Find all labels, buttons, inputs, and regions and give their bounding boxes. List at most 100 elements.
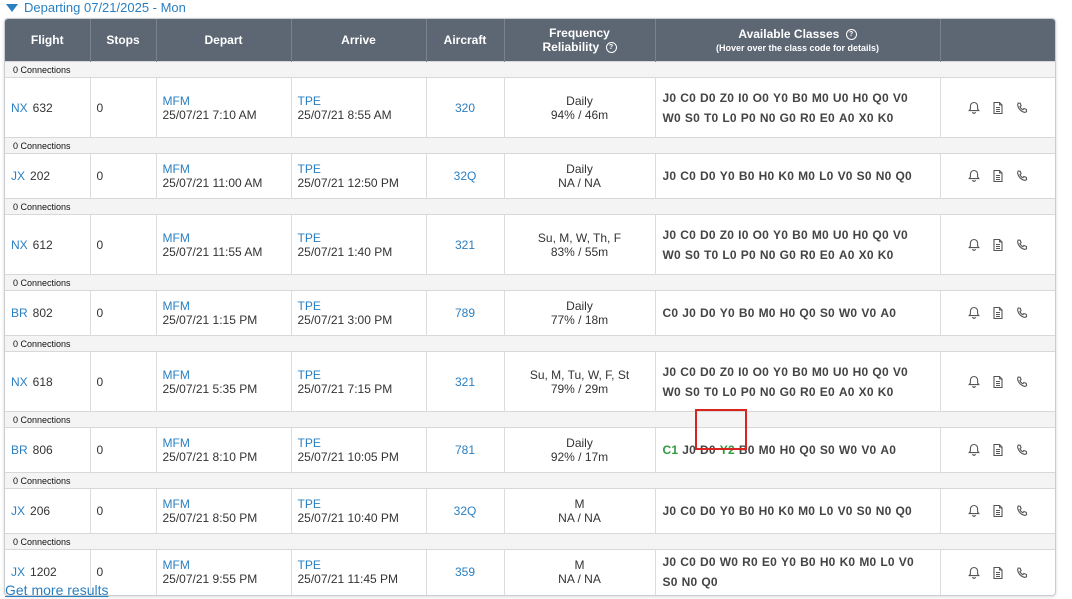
class-code[interactable]: L0 (722, 245, 736, 265)
class-code[interactable]: E0 (820, 108, 835, 128)
class-code[interactable]: C0 (680, 166, 696, 186)
phone-icon[interactable] (1015, 306, 1029, 320)
class-code[interactable]: Y0 (773, 362, 788, 382)
class-code[interactable]: A0 (880, 440, 896, 460)
class-code[interactable]: K0 (878, 382, 894, 402)
class-code[interactable]: V0 (838, 501, 853, 521)
class-code[interactable]: N0 (760, 245, 776, 265)
airline-link[interactable]: NX (11, 375, 28, 389)
class-code[interactable]: Y0 (720, 166, 735, 186)
document-icon[interactable] (991, 306, 1005, 320)
airline-link[interactable]: NX (11, 101, 28, 115)
class-code[interactable]: R0 (800, 245, 816, 265)
class-code[interactable]: C0 (680, 501, 696, 521)
class-code[interactable]: V0 (899, 552, 914, 572)
class-code[interactable]: K0 (878, 245, 894, 265)
class-code[interactable]: G0 (780, 382, 796, 402)
class-code[interactable]: D0 (700, 362, 716, 382)
aircraft-link[interactable]: 781 (455, 443, 475, 457)
class-code[interactable]: C0 (680, 362, 696, 382)
arrive-airport-link[interactable]: TPE (298, 368, 420, 382)
departing-toggle[interactable]: Departing 07/21/2025 - Mon (6, 0, 186, 15)
document-icon[interactable] (991, 566, 1005, 580)
class-code[interactable]: Q0 (895, 501, 911, 521)
class-code[interactable]: D0 (700, 440, 716, 460)
aircraft-link[interactable]: 320 (455, 101, 475, 115)
class-code[interactable]: B0 (800, 552, 816, 572)
class-code[interactable]: W0 (663, 245, 681, 265)
class-code[interactable]: V0 (893, 362, 908, 382)
class-code[interactable]: D0 (700, 552, 716, 572)
class-code[interactable]: T0 (704, 245, 718, 265)
class-code[interactable]: M0 (812, 225, 829, 245)
depart-airport-link[interactable]: MFM (163, 436, 285, 450)
class-code[interactable]: M0 (759, 440, 776, 460)
class-code[interactable]: Z0 (720, 362, 734, 382)
bell-icon[interactable] (967, 169, 981, 183)
aircraft-link[interactable]: 789 (455, 306, 475, 320)
class-code[interactable]: C0 (680, 552, 696, 572)
class-code[interactable]: Y0 (781, 552, 796, 572)
depart-airport-link[interactable]: MFM (163, 231, 285, 245)
class-code[interactable]: H0 (820, 552, 836, 572)
arrive-airport-link[interactable]: TPE (298, 299, 420, 313)
bell-icon[interactable] (967, 238, 981, 252)
airline-link[interactable]: JX (11, 565, 25, 579)
class-code[interactable]: B0 (792, 225, 808, 245)
class-code[interactable]: M0 (798, 166, 815, 186)
class-code[interactable]: C0 (663, 303, 679, 323)
class-code[interactable]: V0 (861, 303, 876, 323)
class-code[interactable]: D0 (700, 501, 716, 521)
class-code[interactable]: X0 (859, 108, 874, 128)
class-code[interactable]: N0 (760, 382, 776, 402)
bell-icon[interactable] (967, 375, 981, 389)
class-code[interactable]: M0 (859, 552, 876, 572)
class-code[interactable]: M0 (759, 303, 776, 323)
class-code[interactable]: Y2 (720, 440, 735, 460)
class-code[interactable]: M0 (812, 362, 829, 382)
class-code[interactable]: H0 (780, 303, 796, 323)
class-code[interactable]: T0 (704, 382, 718, 402)
class-code[interactable]: H0 (853, 88, 869, 108)
phone-icon[interactable] (1015, 238, 1029, 252)
class-code[interactable]: J0 (663, 225, 677, 245)
class-code[interactable]: D0 (700, 166, 716, 186)
class-code[interactable]: J0 (663, 501, 677, 521)
depart-airport-link[interactable]: MFM (163, 368, 285, 382)
document-icon[interactable] (991, 238, 1005, 252)
class-code[interactable]: I0 (738, 362, 748, 382)
class-code[interactable]: Q0 (701, 572, 717, 592)
class-code[interactable]: B0 (739, 501, 755, 521)
class-code[interactable]: Y0 (773, 225, 788, 245)
phone-icon[interactable] (1015, 443, 1029, 457)
class-code[interactable]: Y0 (720, 501, 735, 521)
phone-icon[interactable] (1015, 504, 1029, 518)
airline-link[interactable]: JX (11, 504, 25, 518)
depart-airport-link[interactable]: MFM (163, 299, 285, 313)
class-code[interactable]: Q0 (799, 303, 815, 323)
airline-link[interactable]: NX (11, 238, 28, 252)
class-code[interactable]: J0 (682, 303, 696, 323)
class-code[interactable]: R0 (742, 552, 758, 572)
class-code[interactable]: Q0 (872, 88, 888, 108)
class-code[interactable]: S0 (820, 440, 835, 460)
class-code[interactable]: Q0 (872, 362, 888, 382)
class-code[interactable]: D0 (700, 303, 716, 323)
document-icon[interactable] (991, 101, 1005, 115)
class-code[interactable]: Q0 (872, 225, 888, 245)
aircraft-link[interactable]: 321 (455, 238, 475, 252)
class-code[interactable]: L0 (819, 501, 833, 521)
bell-icon[interactable] (967, 306, 981, 320)
class-code[interactable]: K0 (778, 166, 794, 186)
class-code[interactable]: Q0 (799, 440, 815, 460)
depart-airport-link[interactable]: MFM (163, 558, 285, 572)
class-code[interactable]: H0 (853, 225, 869, 245)
get-more-results-link[interactable]: Get more results (5, 582, 108, 598)
depart-airport-link[interactable]: MFM (163, 497, 285, 511)
bell-icon[interactable] (967, 101, 981, 115)
class-code[interactable]: S0 (685, 245, 700, 265)
class-code[interactable]: N0 (760, 108, 776, 128)
class-code[interactable]: B0 (739, 303, 755, 323)
class-code[interactable]: O0 (753, 362, 769, 382)
class-code[interactable]: C0 (680, 88, 696, 108)
